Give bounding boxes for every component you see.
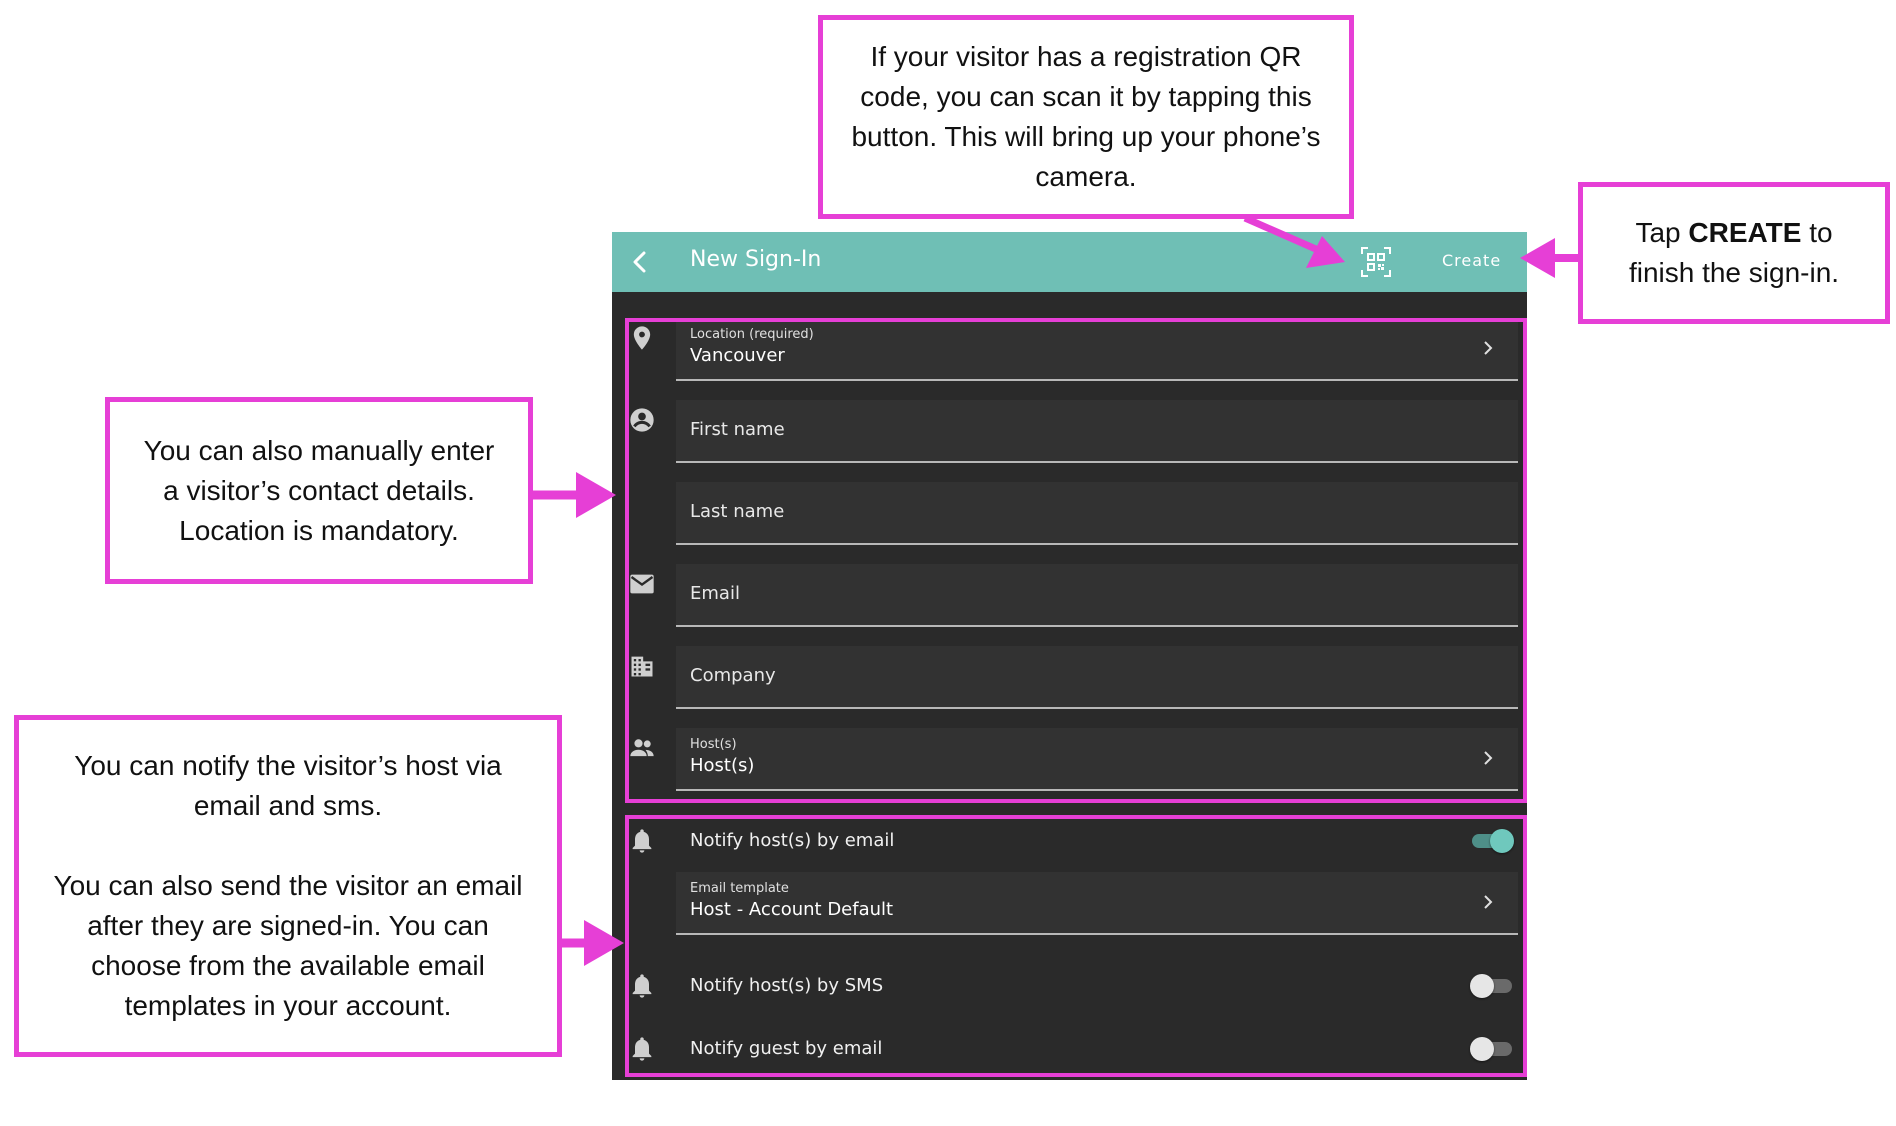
app-bar: New Sign-In Create	[612, 232, 1527, 292]
arrow-to-create-button	[1520, 238, 1578, 278]
callout-contact-text: You can also manually enter a visitor’s …	[143, 434, 495, 546]
callout-notifications: You can notify the visitor’s host via em…	[14, 715, 562, 1057]
callout-create-text: Tap CREATE to finish the sign-in.	[1619, 213, 1849, 293]
callout-qr-scan: If your visitor has a registration QR co…	[818, 15, 1354, 219]
highlight-notification-section	[625, 815, 1527, 1077]
back-button[interactable]	[622, 244, 658, 280]
callout-notify-text-2: You can also send the visitor an email a…	[53, 870, 523, 1021]
highlight-contact-section	[625, 318, 1527, 803]
callout-create-pre: Tap	[1635, 217, 1689, 248]
callout-contact-details: You can also manually enter a visitor’s …	[105, 397, 533, 584]
callout-notify-text-1: You can notify the visitor’s host via em…	[74, 750, 502, 821]
qr-scan-button[interactable]	[1358, 244, 1394, 280]
callout-create-bold: CREATE	[1688, 217, 1802, 248]
page-title: New Sign-In	[690, 247, 822, 272]
arrow-to-contact-section	[533, 472, 616, 518]
create-button[interactable]: Create	[1442, 251, 1501, 270]
callout-qr-text: If your visitor has a registration QR co…	[851, 41, 1321, 192]
chevron-left-icon	[633, 251, 646, 273]
callout-create: Tap CREATE to finish the sign-in.	[1578, 182, 1890, 324]
qr-code-icon	[1361, 247, 1391, 277]
